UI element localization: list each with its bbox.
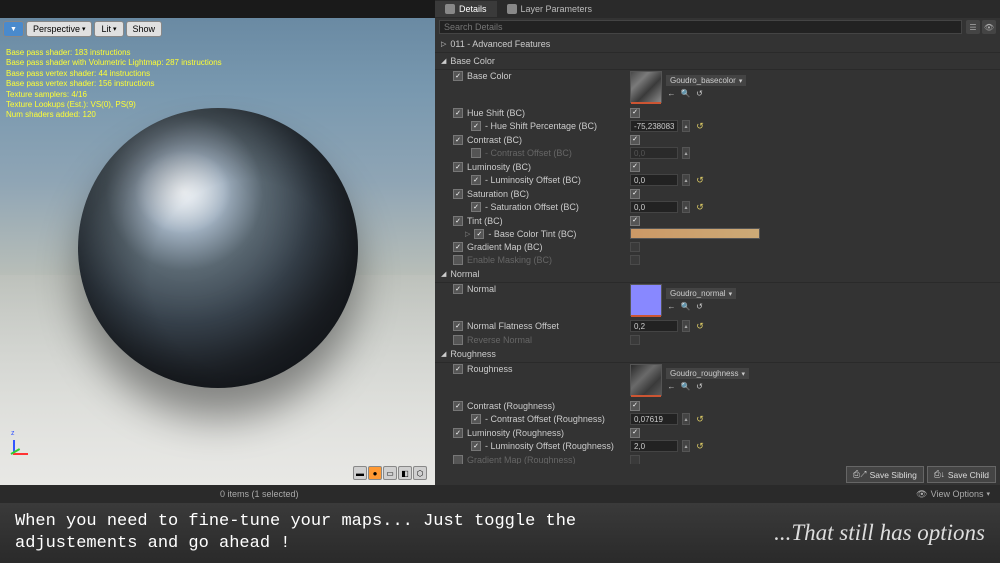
- shape-cylinder-button[interactable]: ▬: [353, 466, 367, 480]
- luminosity-off-checkbox[interactable]: [471, 175, 481, 185]
- saturation-checkbox[interactable]: [453, 189, 463, 199]
- contrast-checkbox[interactable]: [453, 135, 463, 145]
- properties-scroll[interactable]: ▷011 - Advanced Features ◢Base Color Bas…: [435, 36, 1000, 464]
- luminosity-checkbox[interactable]: [453, 162, 463, 172]
- viewport-toolbar: ▼ Perspective ▾ Lit ▾ Show: [3, 21, 162, 37]
- hue-shift-pct-checkbox[interactable]: [471, 121, 481, 131]
- selection-count-label: 0 items (1 selected): [220, 489, 299, 499]
- section-base-color[interactable]: ◢Base Color: [435, 53, 1000, 70]
- gradient-map-value-checkbox[interactable]: [630, 242, 640, 252]
- shape-plane-button[interactable]: ▭: [383, 466, 397, 480]
- enable-masking-value-checkbox: [630, 255, 640, 265]
- caption-left: When you need to fine-tune your maps... …: [15, 511, 576, 555]
- caption-right: ...That still has options: [774, 520, 985, 546]
- filter-icon[interactable]: ☰: [966, 20, 980, 34]
- section-roughness[interactable]: ◢Roughness: [435, 346, 1000, 363]
- basecolor-use-arrow-icon[interactable]: ←: [666, 88, 677, 99]
- tint-checkbox[interactable]: [453, 216, 463, 226]
- roughness-thumbnail[interactable]: [630, 364, 662, 396]
- saturation-value-checkbox[interactable]: [630, 189, 640, 199]
- basecolor-label: Base Color: [467, 71, 512, 81]
- basecolor-tint-swatch[interactable]: [630, 228, 760, 239]
- shape-sphere-button[interactable]: ●: [368, 466, 382, 480]
- save-sibling-button[interactable]: ⎙↗Save Sibling: [846, 466, 924, 483]
- luminosity-value-checkbox[interactable]: [630, 162, 640, 172]
- luminosity-r-off-checkbox[interactable]: [471, 441, 481, 451]
- basecolor-reset-icon[interactable]: ↺: [694, 88, 705, 99]
- footer-bar: 0 items (1 selected) 👁View Options▾: [0, 485, 1000, 503]
- gradient-map-checkbox[interactable]: [453, 242, 463, 252]
- save-buttons-row: ⎙↗Save Sibling ⎙↓Save Child: [846, 466, 996, 483]
- hue-shift-value-checkbox[interactable]: [630, 108, 640, 118]
- hue-shift-pct-input[interactable]: [630, 120, 678, 132]
- normal-texture-dropdown[interactable]: Goudro_normal ▾: [666, 288, 736, 299]
- luminosity-r-off-input[interactable]: [630, 440, 678, 452]
- viewport-shape-buttons: ▬ ● ▭ ◧ ⬡: [353, 466, 427, 480]
- preview-sphere: [78, 108, 358, 388]
- gradient-map-r-checkbox[interactable]: [453, 455, 463, 465]
- save-child-button[interactable]: ⎙↓Save Child: [927, 466, 996, 483]
- basecolor-tint-checkbox[interactable]: [474, 229, 484, 239]
- shader-stats-overlay: Base pass shader: 183 instructions Base …: [6, 48, 222, 121]
- contrast-r-off-input[interactable]: [630, 413, 678, 425]
- layers-tab-icon: [507, 4, 517, 14]
- basecolor-checkbox[interactable]: [453, 71, 463, 81]
- viewport-3d[interactable]: ▼ Perspective ▾ Lit ▾ Show Base pass sha…: [0, 18, 435, 485]
- lit-dropdown[interactable]: Lit ▾: [94, 21, 123, 37]
- details-panel: Details Layer Parameters ☰ 👁 ▷011 - Adva…: [435, 0, 1000, 485]
- tab-layer-parameters[interactable]: Layer Parameters: [497, 1, 603, 17]
- contrast-value-checkbox[interactable]: [630, 135, 640, 145]
- reverse-normal-checkbox[interactable]: [453, 335, 463, 345]
- shape-teapot-button[interactable]: ⬡: [413, 466, 427, 480]
- contrast-r-checkbox[interactable]: [453, 401, 463, 411]
- search-row: ☰ 👁: [435, 18, 1000, 36]
- saturation-off-input[interactable]: [630, 201, 678, 213]
- perspective-dropdown[interactable]: Perspective ▾: [26, 21, 93, 37]
- tint-value-checkbox[interactable]: [630, 216, 640, 226]
- normal-checkbox[interactable]: [453, 284, 463, 294]
- saturation-off-checkbox[interactable]: [471, 202, 481, 212]
- contrast-off-spinner: ▴: [682, 147, 690, 159]
- enable-masking-checkbox[interactable]: [453, 255, 463, 265]
- viewport-menu-button[interactable]: ▼: [3, 21, 24, 37]
- show-dropdown[interactable]: Show: [126, 21, 163, 37]
- luminosity-r-checkbox[interactable]: [453, 428, 463, 438]
- roughness-checkbox[interactable]: [453, 364, 463, 374]
- search-details-input[interactable]: [439, 20, 962, 34]
- section-advanced-features[interactable]: ▷011 - Advanced Features: [435, 36, 1000, 53]
- tab-bar: Details Layer Parameters: [435, 0, 1000, 18]
- normal-thumbnail[interactable]: [630, 284, 662, 316]
- basecolor-browse-icon[interactable]: 🔍: [680, 88, 691, 99]
- basecolor-thumbnail[interactable]: [630, 71, 662, 103]
- luminosity-off-input[interactable]: [630, 174, 678, 186]
- basecolor-texture-dropdown[interactable]: Goudro_basecolor ▾: [666, 75, 746, 86]
- axis-gizmo: [8, 430, 38, 460]
- contrast-off-input: [630, 147, 678, 159]
- hue-shift-pct-reset[interactable]: ↺: [694, 120, 706, 132]
- eye-icon: 👁: [916, 489, 927, 500]
- view-options-dropdown[interactable]: 👁View Options▾: [916, 489, 990, 500]
- contrast-off-checkbox[interactable]: [471, 148, 481, 158]
- details-tab-icon: [445, 4, 455, 14]
- eye-icon[interactable]: 👁: [982, 20, 996, 34]
- normal-flatness-input[interactable]: [630, 320, 678, 332]
- shape-cube-button[interactable]: ◧: [398, 466, 412, 480]
- normal-flatness-checkbox[interactable]: [453, 321, 463, 331]
- hue-shift-checkbox[interactable]: [453, 108, 463, 118]
- hue-shift-pct-spinner[interactable]: ▴: [682, 120, 690, 132]
- caption-bar: When you need to fine-tune your maps... …: [0, 503, 1000, 563]
- roughness-texture-dropdown[interactable]: Goudro_roughness ▾: [666, 368, 749, 379]
- section-normal[interactable]: ◢Normal: [435, 266, 1000, 283]
- contrast-r-off-checkbox[interactable]: [471, 414, 481, 424]
- tab-details[interactable]: Details: [435, 1, 497, 17]
